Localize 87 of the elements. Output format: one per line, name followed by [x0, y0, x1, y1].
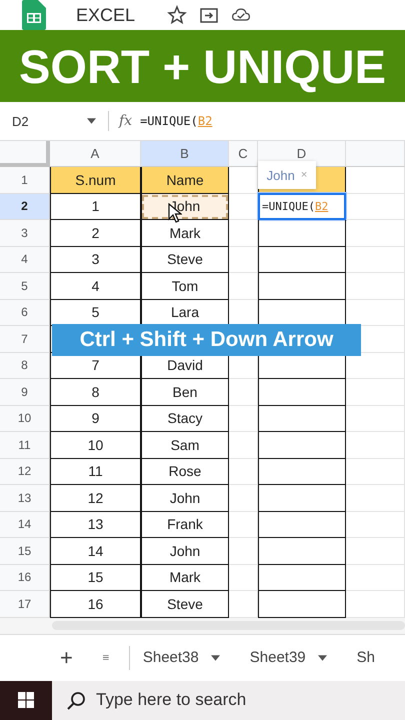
- table-cell: [346, 485, 405, 512]
- formula-input[interactable]: =UNIQUE(B2: [140, 114, 212, 128]
- row-header[interactable]: 14: [0, 512, 50, 538]
- table-cell: [346, 458, 405, 485]
- table-cell: [346, 273, 405, 300]
- row-header[interactable]: 13: [0, 485, 50, 512]
- dropdown-caret-icon[interactable]: [87, 118, 96, 124]
- caret-icon[interactable]: [318, 654, 327, 660]
- row-header[interactable]: 5: [0, 273, 50, 300]
- row-header[interactable]: 15: [0, 538, 50, 564]
- table-cell: Tom: [141, 273, 229, 300]
- table-cell: Ben: [141, 379, 229, 406]
- name-box[interactable]: D2: [0, 114, 87, 128]
- taskbar-search-field[interactable]: Type here to search: [52, 680, 405, 720]
- table-cell: [229, 406, 258, 432]
- table-cell: John: [141, 538, 229, 564]
- table-cell: 2: [50, 220, 141, 246]
- table-cell: 10: [50, 432, 141, 458]
- sheet-tab[interactable]: Sh: [356, 649, 375, 666]
- table-cell: [346, 564, 405, 591]
- sheet-tab[interactable]: Sheet39: [250, 649, 327, 666]
- row-header[interactable]: 2: [0, 194, 50, 220]
- row-header[interactable]: 7: [0, 326, 50, 352]
- table-cell: Mark: [141, 564, 229, 591]
- table-cell: Sam: [141, 432, 229, 458]
- table-cell: [346, 167, 405, 194]
- column-header[interactable]: C: [229, 141, 258, 167]
- row-header[interactable]: 6: [0, 300, 50, 326]
- table-cell: 14: [50, 538, 141, 564]
- table-cell: [346, 432, 405, 458]
- table-cell: 4: [50, 273, 141, 300]
- table-cell: [346, 406, 405, 432]
- table-cell: [229, 485, 258, 512]
- table-cell: [229, 564, 258, 591]
- shortcut-caption: Ctrl + Shift + Down Arrow: [52, 324, 361, 356]
- add-sheet-button[interactable]: +: [60, 644, 73, 670]
- table-cell: [229, 512, 258, 538]
- row-header[interactable]: 12: [0, 458, 50, 485]
- table-cell: Stacy: [141, 406, 229, 432]
- row-header[interactable]: 4: [0, 246, 50, 273]
- star-icon[interactable]: [167, 5, 188, 25]
- table-cell: 13: [50, 512, 141, 538]
- table-cell: [229, 273, 258, 300]
- row-header[interactable]: 8: [0, 352, 50, 379]
- column-header[interactable]: B: [141, 141, 229, 167]
- table-cell: [229, 458, 258, 485]
- table-cell: Frank: [141, 512, 229, 538]
- table-cell: [346, 194, 405, 220]
- table-cell: [346, 512, 405, 538]
- row-header[interactable]: 16: [0, 564, 50, 591]
- table-cell: [346, 538, 405, 564]
- table-cell: 11: [50, 458, 141, 485]
- row-header[interactable]: 17: [0, 591, 50, 618]
- row-header[interactable]: 9: [0, 379, 50, 406]
- table-cell: [346, 379, 405, 406]
- table-cell: Rose: [141, 458, 229, 485]
- start-button[interactable]: [0, 680, 52, 720]
- table-cell: Steve: [141, 246, 229, 273]
- table-cell: [229, 538, 258, 564]
- table-cell: [229, 246, 258, 273]
- column-header[interactable]: A: [50, 141, 141, 167]
- caret-icon[interactable]: [210, 654, 220, 660]
- windows-logo-icon: [18, 692, 34, 708]
- row-header[interactable]: 11: [0, 432, 50, 458]
- document-title: EXCEL: [76, 4, 136, 26]
- table-cell: 3: [50, 246, 141, 273]
- table-cell: [229, 379, 258, 406]
- row-header[interactable]: 1: [0, 167, 50, 194]
- table-cell: [346, 246, 405, 273]
- table-cell: [346, 220, 405, 246]
- table-cell: 12: [50, 485, 141, 512]
- table-cell: S.num: [50, 167, 141, 194]
- table-cell: Mark: [141, 220, 229, 246]
- row-header[interactable]: 3: [0, 220, 50, 246]
- sheet-tab[interactable]: Sheet38: [142, 649, 220, 666]
- table-cell: [229, 220, 258, 246]
- table-cell: 15: [50, 564, 141, 591]
- active-cell-editor[interactable]: =UNIQUE(B2: [258, 192, 346, 220]
- table-cell: John: [141, 485, 229, 512]
- table-cell: 8: [50, 379, 141, 406]
- title-banner: SORT + UNIQUE: [0, 30, 405, 102]
- table-cell: 9: [50, 406, 141, 432]
- table-cell: Name: [141, 167, 229, 194]
- fx-label: fx: [119, 113, 132, 129]
- table-cell: [229, 432, 258, 458]
- row-header[interactable]: 10: [0, 406, 50, 432]
- suggestion-popup[interactable]: John ×: [258, 161, 316, 189]
